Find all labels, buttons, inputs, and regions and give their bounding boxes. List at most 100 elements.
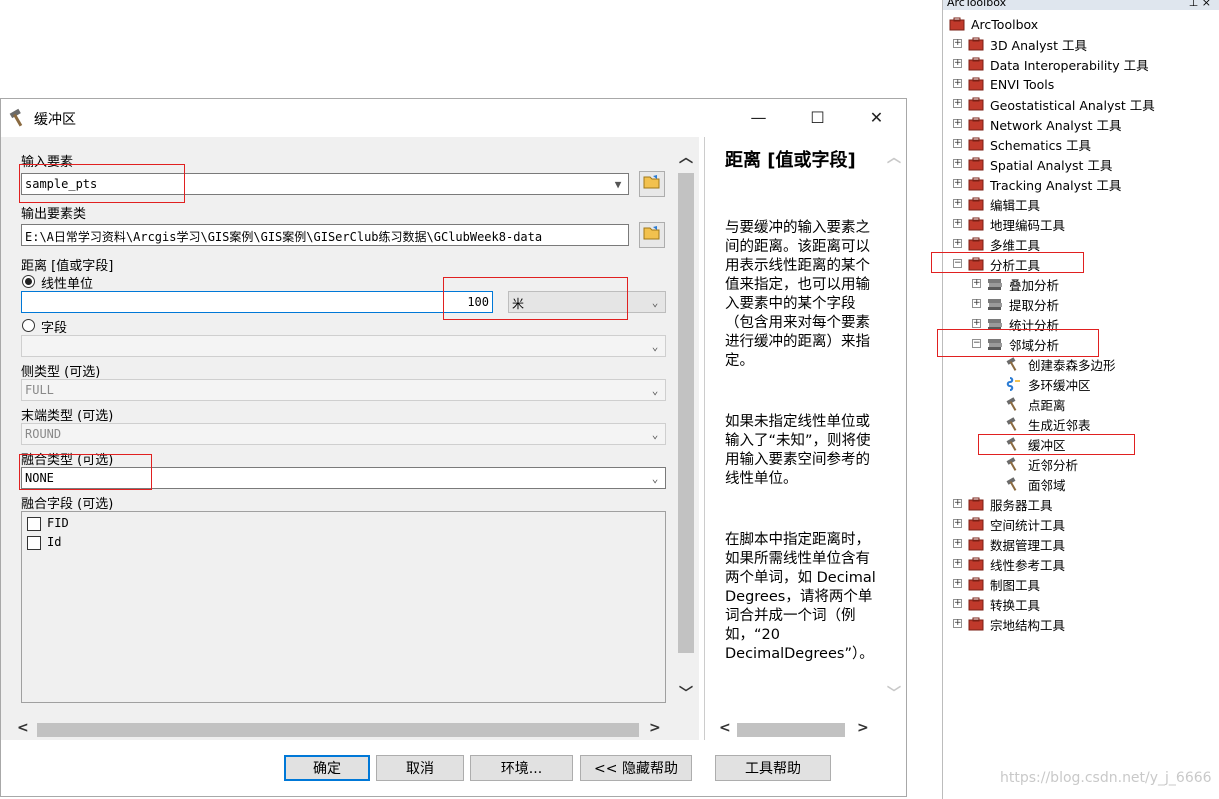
- scroll-left-icon[interactable]: <: [719, 720, 731, 736]
- expand-icon[interactable]: +: [953, 199, 962, 208]
- expand-icon[interactable]: +: [953, 539, 962, 548]
- help-horizontal-scrollbar[interactable]: < >: [715, 720, 885, 739]
- tree-item[interactable]: +3D Analyst 工具: [953, 34, 1087, 54]
- expand-icon[interactable]: +: [953, 39, 962, 48]
- vertical-scrollbar[interactable]: ︿ ﹀: [677, 147, 697, 702]
- expand-icon[interactable]: +: [972, 299, 981, 308]
- distance-value-input[interactable]: 100: [21, 291, 493, 313]
- field-dropdown[interactable]: ⌄: [21, 335, 666, 357]
- tree-item[interactable]: + 服务器工具: [953, 494, 1053, 514]
- tree-item[interactable]: + 地理编码工具: [953, 214, 1065, 234]
- expand-icon[interactable]: +: [972, 279, 981, 288]
- output-browse-button[interactable]: [639, 222, 665, 248]
- hide-help-button[interactable]: << 隐藏帮助: [580, 755, 692, 781]
- toolbox-icon: [968, 597, 984, 611]
- tree-item[interactable]: + Geostatistical Analyst 工具: [953, 94, 1155, 114]
- expand-icon[interactable]: +: [953, 179, 962, 188]
- tree-item[interactable]: + 空间统计工具: [953, 514, 1066, 534]
- expand-icon[interactable]: +: [953, 619, 962, 628]
- tree-item[interactable]: + ENVI Tools: [953, 74, 1054, 94]
- tree-item[interactable]: + Tracking Analyst 工具: [953, 174, 1121, 194]
- input-browse-button[interactable]: [639, 171, 665, 197]
- tree-item-label: 面邻域: [1028, 477, 1066, 493]
- tree-item-label: Network Analyst 工具: [990, 117, 1122, 133]
- scroll-thumb[interactable]: [737, 723, 845, 737]
- scroll-up-icon[interactable]: ︿: [679, 147, 693, 167]
- scroll-thumb[interactable]: [678, 173, 694, 653]
- tree-item[interactable]: + 编辑工具: [953, 194, 1041, 214]
- scroll-down-icon[interactable]: ﹀: [679, 683, 693, 703]
- toolbox-root[interactable]: ArcToolbox: [949, 14, 1038, 34]
- tree-item[interactable]: 生成近邻表: [1006, 414, 1091, 434]
- tree-item[interactable]: + Network Analyst 工具: [953, 114, 1122, 134]
- field-radio-label: 字段: [41, 321, 68, 336]
- tree-item[interactable]: 多环缓冲区: [1006, 374, 1091, 394]
- hammer-icon: [1006, 417, 1022, 431]
- toolbox-icon: [968, 557, 984, 571]
- toolbox-icon: [949, 17, 965, 31]
- expand-icon[interactable]: +: [953, 99, 962, 108]
- output-features-input[interactable]: E:\A日常学习资料\Arcgis学习\GIS案例\GIS案例\GISerClu…: [21, 224, 629, 246]
- expand-icon[interactable]: +: [953, 599, 962, 608]
- cancel-button[interactable]: 取消: [376, 755, 464, 781]
- tree-item[interactable]: + 制图工具: [953, 574, 1040, 594]
- environments-button[interactable]: 环境...: [470, 755, 573, 781]
- scroll-thumb[interactable]: [37, 723, 639, 737]
- tree-item-label: Geostatistical Analyst 工具: [990, 97, 1155, 113]
- expand-icon[interactable]: +: [953, 139, 962, 148]
- checkbox-fid[interactable]: [27, 517, 41, 531]
- scroll-right-icon[interactable]: >: [857, 720, 869, 736]
- linear-unit-radio[interactable]: [22, 275, 35, 288]
- expand-icon[interactable]: +: [953, 119, 962, 128]
- tool-help-button[interactable]: 工具帮助: [715, 755, 831, 781]
- tree-item-label: 编辑工具: [990, 197, 1041, 213]
- annotation-box-analysis-tools: [931, 252, 1084, 273]
- tree-item-label: 空间统计工具: [990, 517, 1066, 533]
- minimize-button[interactable]: —: [729, 99, 788, 136]
- expand-icon[interactable]: +: [953, 219, 962, 228]
- annotation-box-proximity: [937, 329, 1099, 357]
- field-radio[interactable]: [22, 319, 35, 332]
- ok-button[interactable]: 确定: [284, 755, 370, 781]
- tree-item[interactable]: + 线性参考工具: [953, 554, 1065, 574]
- tree-item[interactable]: + Data Interoperability 工具: [953, 54, 1149, 74]
- toolbox-root-label: ArcToolbox: [971, 16, 1039, 32]
- scroll-right-icon[interactable]: >: [649, 720, 661, 736]
- expand-icon[interactable]: +: [953, 159, 962, 168]
- tree-item[interactable]: 创建泰森多边形: [1006, 354, 1116, 374]
- toolset-icon: [987, 277, 1003, 291]
- tree-item[interactable]: 近邻分析: [1006, 454, 1078, 474]
- scroll-left-icon[interactable]: <: [17, 720, 29, 736]
- tree-item[interactable]: + 转换工具: [953, 594, 1040, 614]
- tree-item[interactable]: + 宗地结构工具: [953, 614, 1065, 634]
- expand-icon[interactable]: +: [953, 79, 962, 88]
- tree-item[interactable]: + Spatial Analyst 工具: [953, 154, 1112, 174]
- tree-item[interactable]: 点距离: [1006, 394, 1066, 414]
- toolbox-icon: [968, 617, 984, 631]
- pin-icon[interactable]: ⊥ ×: [1189, 0, 1211, 9]
- scroll-down-icon[interactable]: ﹀: [887, 683, 901, 703]
- expand-icon[interactable]: +: [972, 319, 981, 328]
- expand-icon[interactable]: +: [953, 499, 962, 508]
- expand-icon[interactable]: +: [953, 239, 962, 248]
- expand-icon[interactable]: +: [953, 59, 962, 68]
- tree-item[interactable]: + 叠加分析: [972, 274, 1059, 294]
- horizontal-scrollbar[interactable]: < >: [15, 720, 665, 739]
- title-bar[interactable]: 缓冲区 — ☐ ✕: [1, 99, 906, 136]
- scroll-up-icon[interactable]: ︿: [887, 147, 901, 167]
- tree-item[interactable]: + Schematics 工具: [953, 134, 1091, 154]
- close-button[interactable]: ✕: [847, 99, 906, 136]
- tree-item[interactable]: 面邻域: [1006, 474, 1066, 494]
- expand-icon[interactable]: +: [953, 519, 962, 528]
- expand-icon[interactable]: +: [953, 559, 962, 568]
- expand-icon[interactable]: +: [953, 579, 962, 588]
- annotation-box-dissolve: [19, 454, 152, 490]
- checkbox-id[interactable]: [27, 536, 41, 550]
- tree-item[interactable]: + 提取分析: [972, 294, 1059, 314]
- tree-item[interactable]: + 数据管理工具: [953, 534, 1065, 554]
- toolbox-icon: [968, 117, 984, 131]
- tree-item[interactable]: + 多维工具: [953, 234, 1040, 254]
- end-type-dropdown[interactable]: ROUND ⌄: [21, 423, 666, 445]
- side-type-dropdown[interactable]: FULL ⌄: [21, 379, 666, 401]
- maximize-button[interactable]: ☐: [788, 99, 847, 136]
